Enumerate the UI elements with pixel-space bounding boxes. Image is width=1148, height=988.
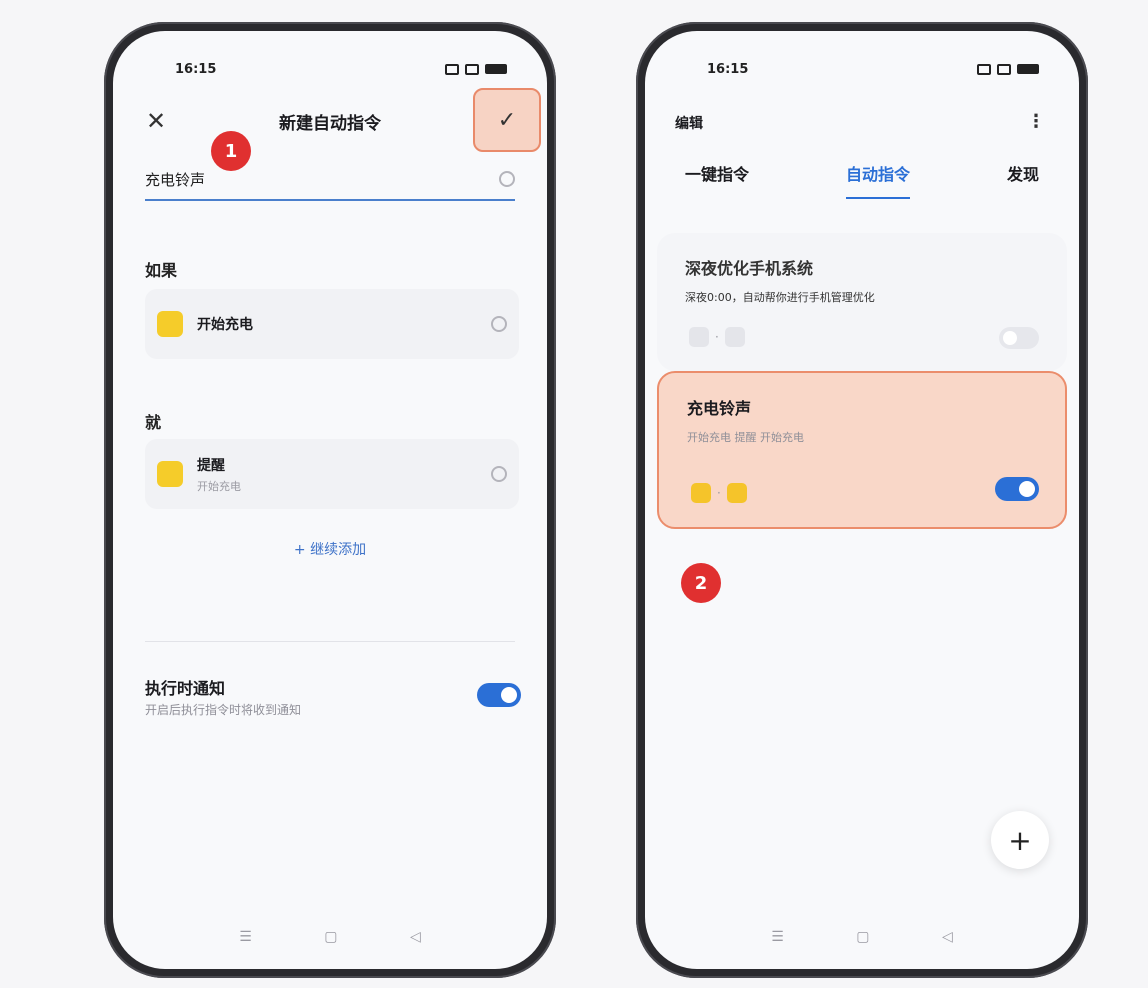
system-nav-bar: ☰ ▢ ◁ xyxy=(113,929,547,945)
if-task-card[interactable]: 开始充电 xyxy=(145,289,519,359)
remove-icon[interactable] xyxy=(491,466,507,482)
add-more-button[interactable]: + 继续添加 xyxy=(113,539,547,559)
battery-icon xyxy=(1017,64,1039,74)
trigger-icon xyxy=(691,483,711,503)
routine-card-charging[interactable]: 充电铃声 开始充电 提醒 开始充电 · xyxy=(657,371,1067,529)
then-task-card[interactable]: 提醒 开始充电 xyxy=(145,439,519,509)
tab-discover[interactable]: 发现 xyxy=(1007,161,1039,199)
then-section-label: 就 xyxy=(145,413,162,432)
if-section-label: 如果 xyxy=(145,261,178,280)
battery-icon xyxy=(485,64,507,74)
phone-frame-left: 16:15 ✕ 新建自动指令 ✓ 1 充电铃声 如果 开始充电 就 提醒 开始充… xyxy=(104,22,556,978)
tab-auto[interactable]: 自动指令 xyxy=(845,161,910,199)
then-task-title: 提醒 xyxy=(197,457,225,474)
status-time: 16:15 xyxy=(707,61,749,77)
notify-toggle[interactable] xyxy=(477,683,521,707)
tab-bar: 一键指令 自动指令 发现 xyxy=(685,161,1039,199)
back-icon[interactable]: ◁ xyxy=(942,929,953,945)
action-icon xyxy=(726,483,747,503)
trigger-icon xyxy=(689,327,709,347)
notify-subtitle: 开启后执行指令时将收到通知 xyxy=(145,703,302,717)
new-routine-screen: 16:15 ✕ 新建自动指令 ✓ 1 充电铃声 如果 开始充电 就 提醒 开始充… xyxy=(113,31,547,969)
reminder-task-icon xyxy=(157,461,183,487)
edit-button[interactable]: 编辑 xyxy=(675,113,703,133)
routine-subtitle: 深夜0:00，自动帮你进行手机管理优化 xyxy=(685,291,875,304)
system-nav-bar: ☰ ▢ ◁ xyxy=(645,929,1079,945)
wifi-icon xyxy=(977,63,991,75)
routines-list-screen: 16:15 编辑 ⋮ 一键指令 自动指令 发现 深夜优化手机系统 深夜0:00，… xyxy=(645,31,1079,969)
status-bar: 16:15 xyxy=(707,59,1039,79)
routine-card-night[interactable]: 深夜优化手机系统 深夜0:00，自动帮你进行手机管理优化 · xyxy=(657,233,1067,371)
confirm-check-button[interactable]: ✓ xyxy=(473,88,541,152)
home-icon[interactable]: ▢ xyxy=(324,929,337,945)
notify-title: 执行时通知 xyxy=(145,679,226,698)
routine-toggle[interactable] xyxy=(995,477,1039,501)
routine-title: 充电铃声 xyxy=(687,399,752,418)
phone-frame-right: 16:15 编辑 ⋮ 一键指令 自动指令 发现 深夜优化手机系统 深夜0:00，… xyxy=(636,22,1088,978)
step-badge-2: 2 xyxy=(681,563,721,603)
add-routine-button[interactable]: + xyxy=(991,811,1049,869)
menu-icon[interactable]: ☰ xyxy=(771,929,784,945)
then-task-subtitle: 开始充电 xyxy=(197,479,241,493)
signal-icon xyxy=(465,63,479,75)
routine-title: 深夜优化手机系统 xyxy=(685,259,814,278)
divider xyxy=(145,641,515,642)
if-task-title: 开始充电 xyxy=(197,317,253,333)
signal-icon xyxy=(997,63,1011,75)
menu-icon[interactable]: ☰ xyxy=(239,929,252,945)
clear-icon[interactable] xyxy=(499,171,515,187)
status-time: 16:15 xyxy=(175,61,217,77)
more-icon[interactable]: ⋮ xyxy=(1027,111,1045,132)
back-icon[interactable]: ◁ xyxy=(410,929,421,945)
routine-name-value: 充电铃声 xyxy=(145,170,206,189)
tab-one-tap[interactable]: 一键指令 xyxy=(685,161,749,199)
routine-toggle[interactable] xyxy=(999,327,1039,349)
wifi-icon xyxy=(445,63,459,75)
routine-subtitle: 开始充电 提醒 开始充电 xyxy=(687,431,804,444)
charging-task-icon xyxy=(157,311,183,337)
routine-name-input[interactable]: 充电铃声 xyxy=(145,159,515,201)
remove-icon[interactable] xyxy=(491,316,507,332)
action-icon xyxy=(724,327,745,347)
home-icon[interactable]: ▢ xyxy=(856,929,869,945)
status-bar: 16:15 xyxy=(175,59,507,79)
